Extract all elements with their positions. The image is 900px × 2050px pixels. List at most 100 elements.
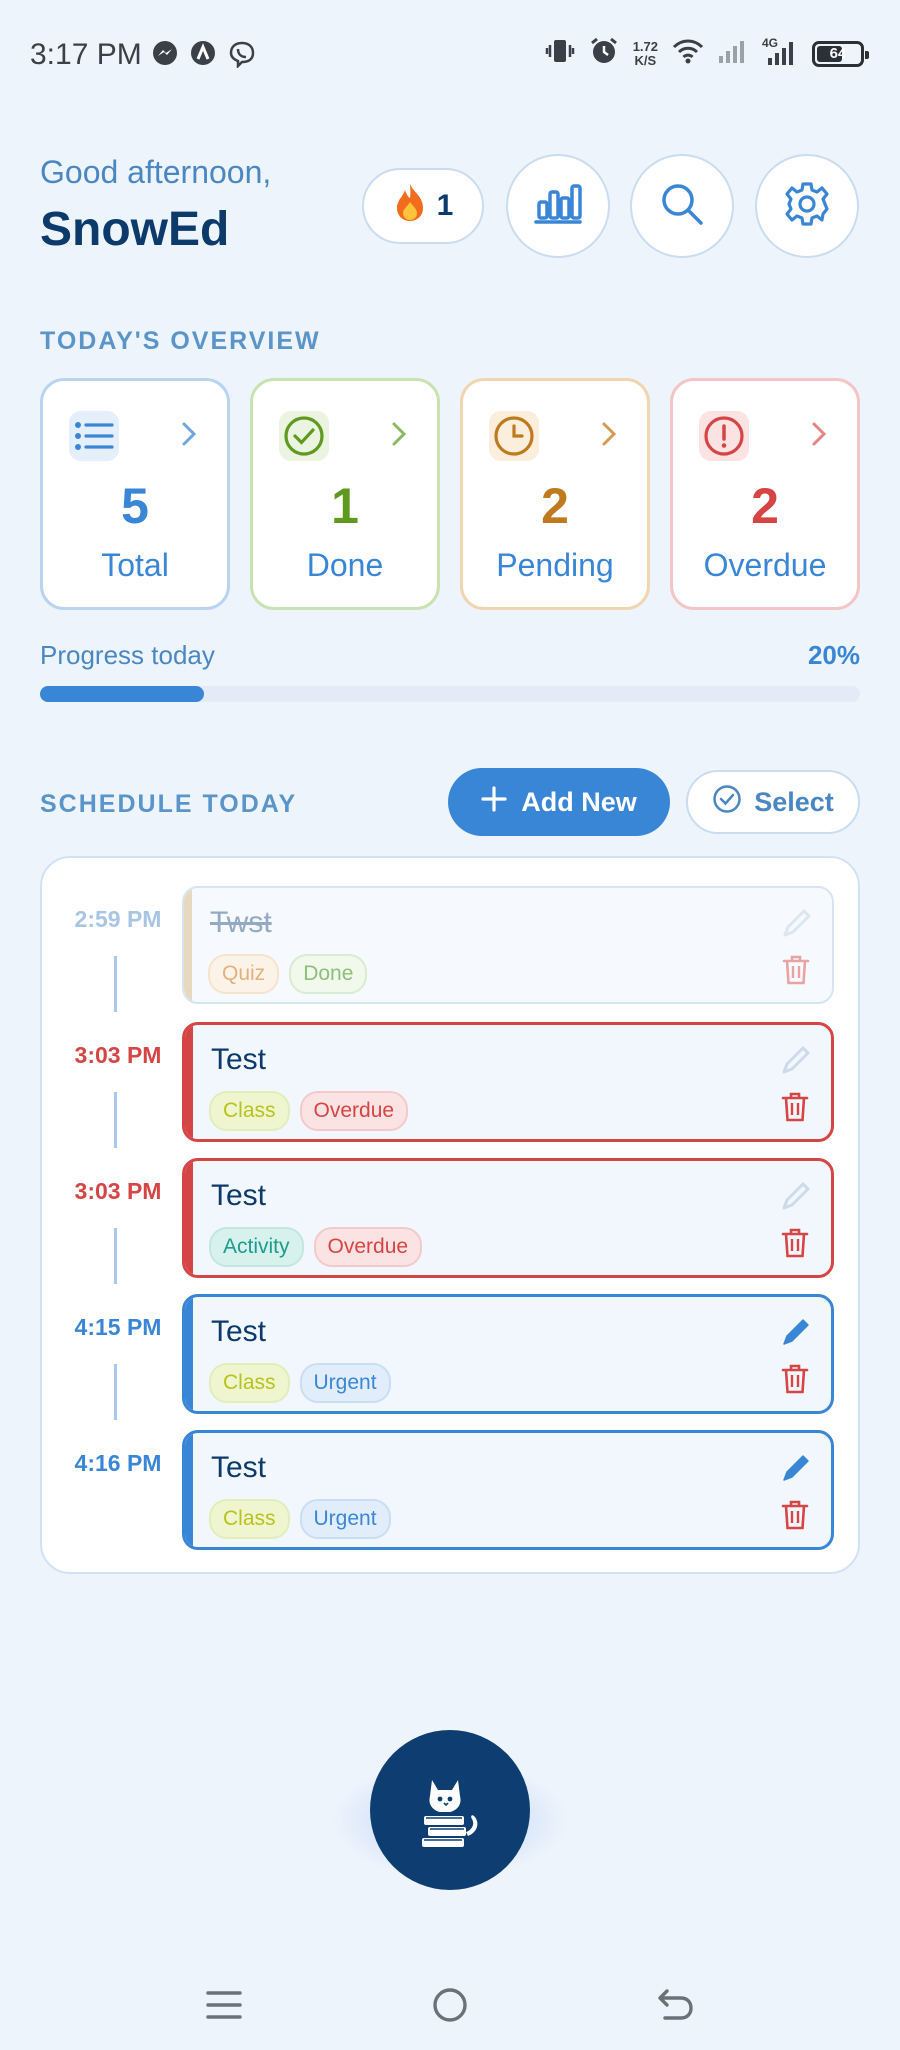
cat-with-books-icon [408,1766,492,1855]
trash-icon[interactable] [781,1227,809,1264]
check-circle-icon [712,784,742,821]
status-time: 3:17 PM [30,38,142,71]
overview-card-total[interactable]: 5 Total [40,378,230,610]
tag-activity: Activity [209,1227,304,1267]
tag-done: Done [289,954,368,994]
signal-icon [718,38,748,69]
battery-icon: 64 [812,40,869,67]
add-new-button[interactable]: Add New [448,768,670,836]
overview-card-overdue[interactable]: 2 Overdue [670,378,860,610]
add-new-label: Add New [521,786,637,817]
total-label: Total [101,547,169,583]
timeline-connector [114,956,117,1012]
done-count: 1 [331,478,359,534]
task-title: Test [211,1043,267,1076]
trash-icon[interactable] [781,1499,809,1536]
greeting-text: Good afternoon, [40,154,272,190]
tag-urgent: Urgent [299,1499,391,1539]
edit-icon[interactable] [779,1043,813,1082]
alert-circle-icon [699,411,749,461]
username: SnowEd [40,203,230,256]
assistant-fab-button[interactable] [370,1730,530,1890]
stats-button[interactable] [506,154,610,258]
home-icon[interactable] [420,1980,480,2030]
task-card[interactable]: Test Class Urgent [182,1294,834,1414]
timeline-connector [114,1092,117,1148]
task-card[interactable]: Twst Quiz Done [182,886,834,1004]
select-label: Select [754,786,834,817]
chevron-right-icon [181,421,197,452]
streak-button[interactable]: 1 [362,168,484,244]
search-button[interactable] [630,154,734,258]
overview-title: TODAY'S OVERVIEW [40,327,321,355]
svg-text:4G: 4G [762,36,778,50]
chevron-right-icon [601,421,617,452]
check-circle-icon [279,411,329,461]
menu-icon[interactable] [194,1980,254,2030]
item-time: 4:16 PM [74,1450,162,1476]
task-title: Test [211,1179,267,1212]
task-title: Test [211,1451,267,1484]
tag-overdue: Overdue [299,1091,409,1131]
messenger-icon [152,40,178,73]
item-time: 4:15 PM [74,1314,162,1340]
item-time: 3:03 PM [74,1042,162,1068]
settings-button[interactable] [755,154,859,258]
select-button[interactable]: Select [686,770,860,834]
schedule-item: 3:03 PM Test Class Overdue [42,1008,862,1148]
progress-label: Progress today [40,640,215,670]
item-time: 2:59 PM [74,906,162,932]
pending-label: Pending [496,547,614,583]
clock-icon [489,411,539,461]
task-title: Twst [210,906,272,939]
tag-class: Class [209,1499,290,1539]
back-icon[interactable] [646,1980,706,2030]
schedule-title: SCHEDULE TODAY [40,790,298,818]
search-icon [659,181,705,232]
trash-icon[interactable] [781,1091,809,1128]
tag-overdue: Overdue [313,1227,423,1267]
edit-icon[interactable] [779,1451,813,1490]
item-time: 3:03 PM [74,1178,162,1204]
vibrate-icon [545,37,575,70]
signal-4g-icon: 4G [762,36,798,71]
app-a-icon [190,40,216,73]
total-count: 5 [121,478,149,534]
fire-icon [393,182,427,230]
pending-count: 2 [541,478,569,534]
edit-icon[interactable] [779,1179,813,1218]
chevron-right-icon [391,421,407,452]
tag-class: Class [209,1363,290,1403]
trash-icon[interactable] [782,954,810,991]
tag-urgent: Urgent [299,1363,391,1403]
tag-class: Class [209,1091,290,1131]
trash-icon[interactable] [781,1363,809,1400]
task-card[interactable]: Test Class Overdue [182,1022,834,1142]
overview-card-done[interactable]: 1 Done [250,378,440,610]
progress-fill [40,686,204,702]
settings-icon [783,180,831,233]
plus-icon [481,785,507,819]
overview-card-pending[interactable]: 2 Pending [460,378,650,610]
schedule-item: 4:16 PM Test Class Urgent [42,1416,862,1550]
tag-quiz: Quiz [208,954,280,994]
list-icon [69,411,119,461]
progress-percent: 20% [807,640,860,670]
edit-icon[interactable] [780,906,814,945]
overdue-label: Overdue [703,547,827,583]
task-card[interactable]: Test Class Urgent [182,1430,834,1550]
overdue-count: 2 [751,478,779,534]
progress-bar [40,686,860,702]
done-label: Done [306,547,384,583]
network-speed: 1.72 K/S [632,38,658,68]
alarm-icon [589,36,619,71]
system-nav-bar [0,1960,900,2050]
viber-icon [228,40,256,73]
schedule-list: 2:59 PM Twst Quiz Done 3:03 PM Test Clas… [40,856,860,1574]
schedule-item: 4:15 PM Test Class Urgent [42,1280,862,1420]
status-bar: 3:17 PM 1.72 K/S 4G 64 [0,0,900,110]
stats-icon [533,182,583,231]
task-card[interactable]: Test Activity Overdue [182,1158,834,1278]
edit-icon[interactable] [779,1315,813,1354]
wifi-icon [672,38,704,69]
